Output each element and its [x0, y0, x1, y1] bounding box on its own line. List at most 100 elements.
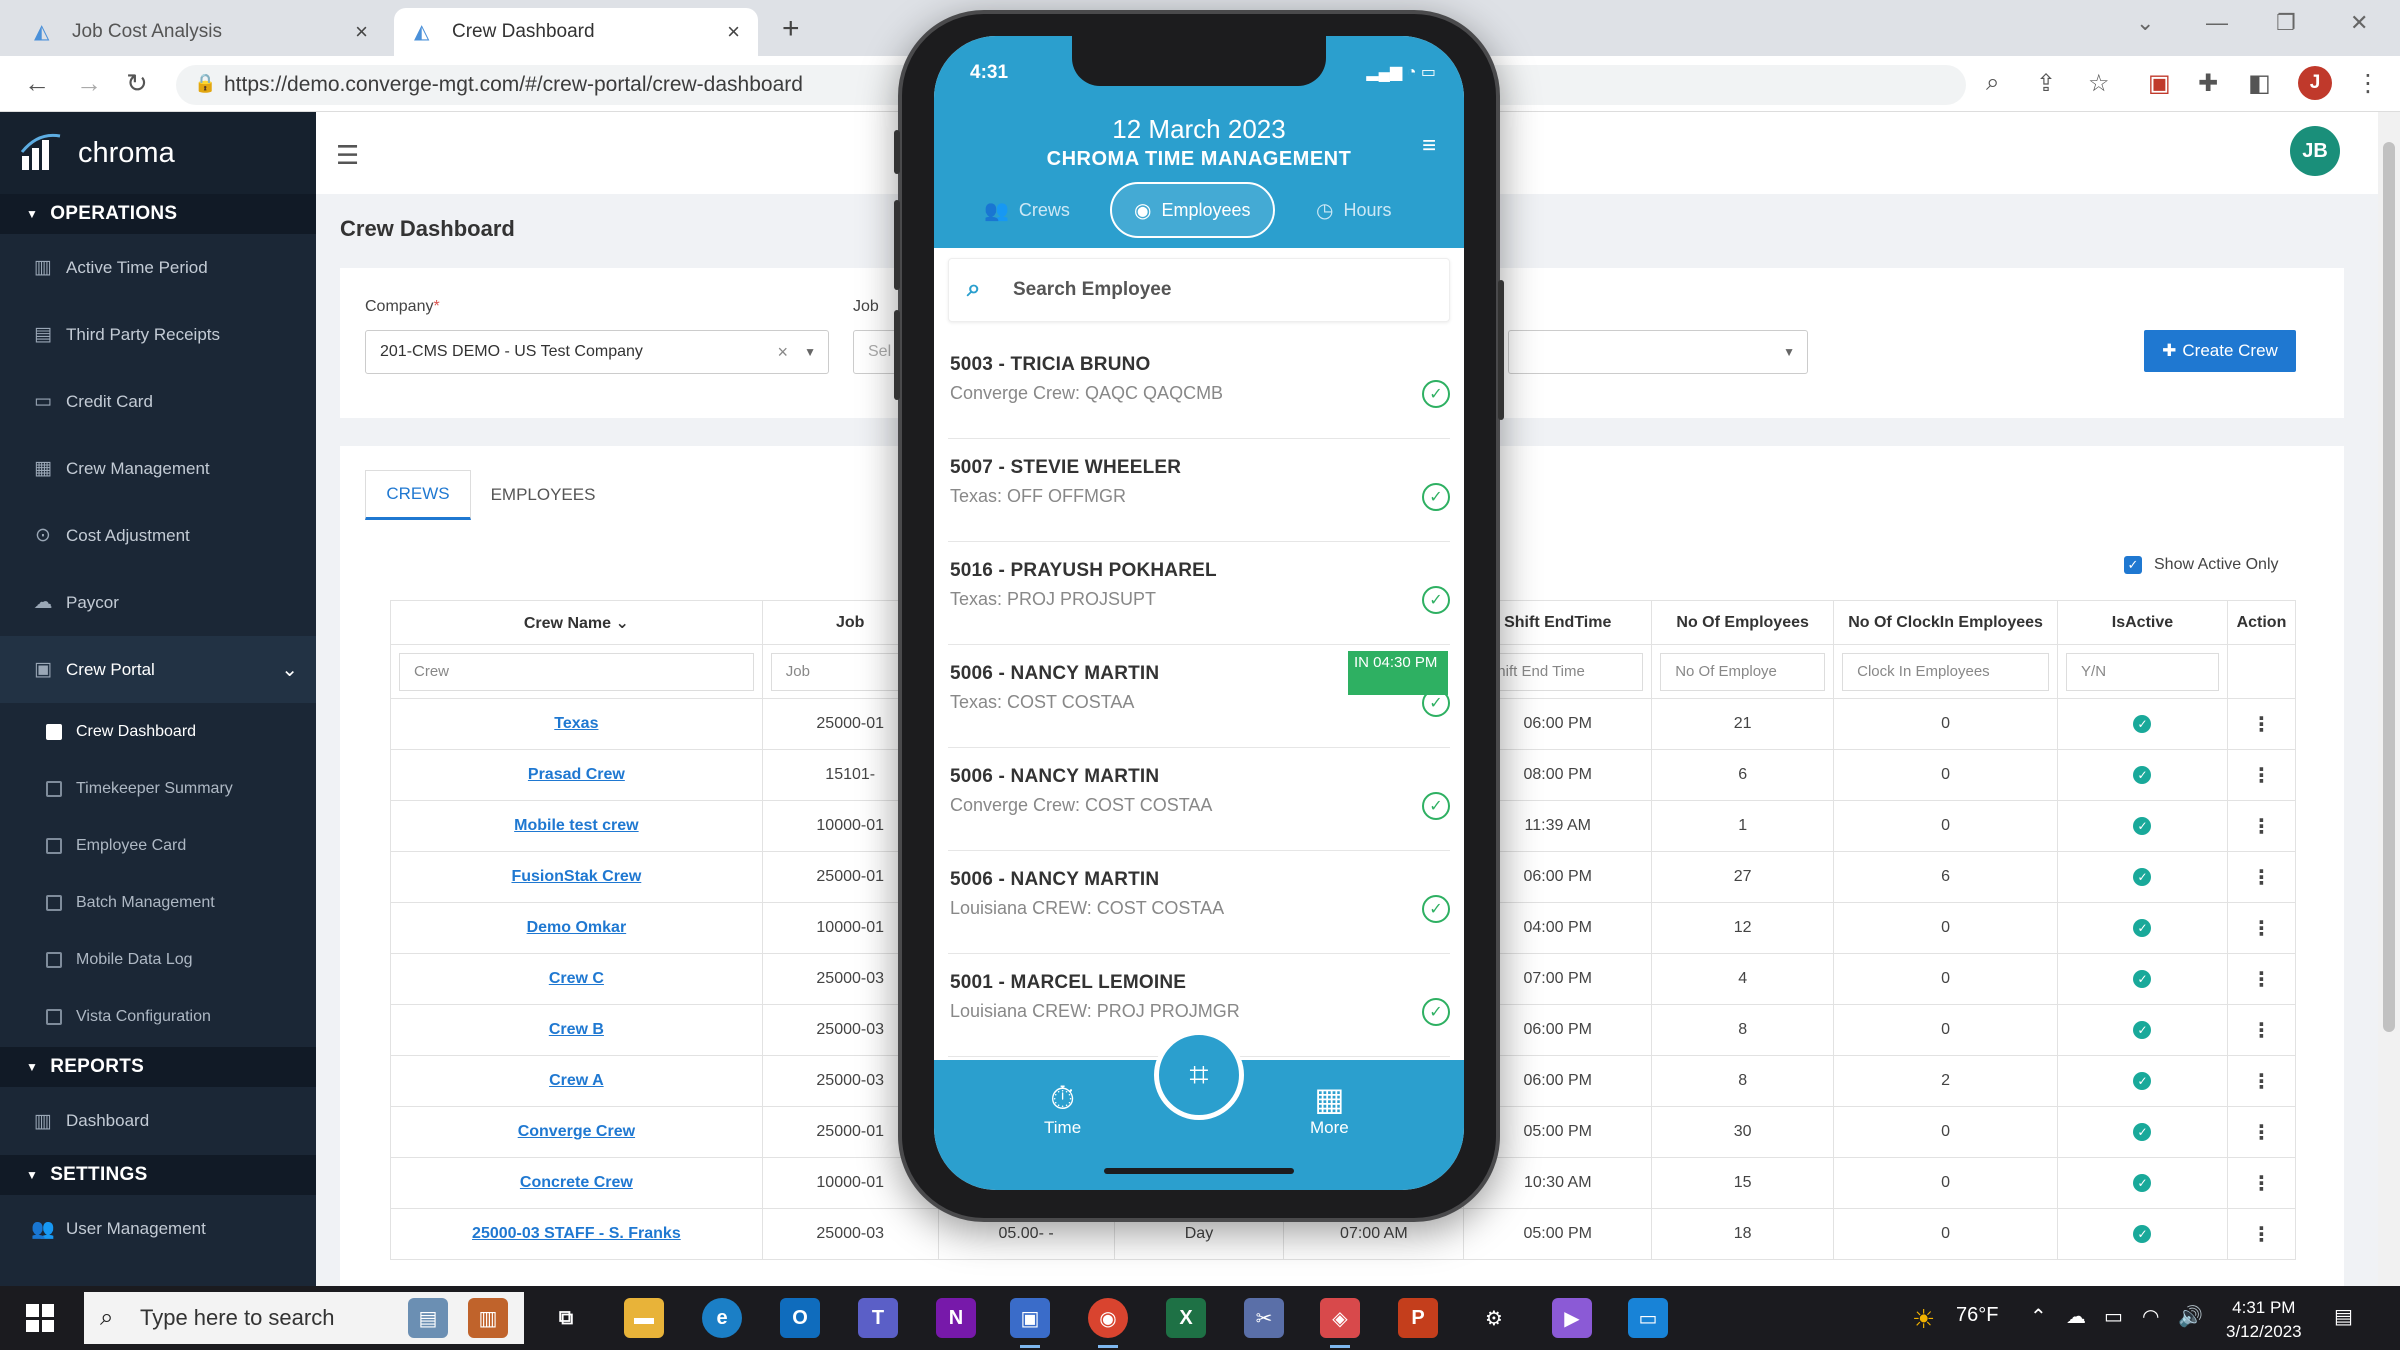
close-icon[interactable]: × — [727, 19, 740, 45]
user-avatar[interactable]: JB — [2290, 126, 2340, 176]
crew-name-link[interactable]: Prasad Crew — [528, 766, 625, 783]
page-scrollbar[interactable] — [2378, 112, 2400, 1286]
tray-chevron-icon[interactable]: ⌃ — [2030, 1304, 2047, 1329]
toolbox-icon[interactable]: ▥ — [468, 1298, 508, 1338]
back-icon[interactable]: ← — [24, 68, 50, 99]
kebab-menu-icon[interactable]: ⋮ — [2251, 765, 2271, 787]
edge-icon[interactable]: e — [702, 1298, 742, 1338]
new-tab-icon[interactable]: + — [782, 12, 800, 46]
forward-icon[interactable]: → — [76, 68, 102, 99]
crew-name-link[interactable]: Demo Omkar — [527, 919, 627, 936]
employee-search-input[interactable]: ⌕ Search Employee — [948, 258, 1450, 322]
employee-list-item[interactable]: 5003 - TRICIA BRUNO Converge Crew: QAQC Q… — [948, 336, 1450, 439]
powerpoint-icon[interactable]: P — [1398, 1298, 1438, 1338]
task-view-icon[interactable]: ⧉ — [546, 1298, 586, 1338]
crew-name-link[interactable]: Concrete Crew — [520, 1174, 633, 1191]
browser-tab-job-cost[interactable]: ◭ Job Cost Analysis × — [14, 8, 386, 56]
dropdown-arrow-icon[interactable]: ▼ — [804, 345, 816, 359]
share-icon[interactable]: ⇪ — [2036, 69, 2056, 98]
crew-name-link[interactable]: Crew B — [549, 1021, 604, 1038]
kebab-menu-icon[interactable]: ⋮ — [2251, 1122, 2271, 1144]
settings-gear-icon[interactable]: ⚙ — [1474, 1298, 1514, 1338]
phone-tab-crews[interactable]: 👥 Crews — [984, 182, 1070, 238]
sidebar-item-credit-card[interactable]: ▭ Credit Card — [0, 368, 316, 435]
sidebar-item-user-management[interactable]: 👥 User Management — [0, 1195, 316, 1263]
kebab-menu-icon[interactable]: ⋮ — [2251, 714, 2271, 736]
onenote-icon[interactable]: N — [936, 1298, 976, 1338]
volume-icon[interactable]: 🔊 — [2178, 1304, 2203, 1329]
show-active-only-checkbox[interactable]: ✓ Show Active Only — [2124, 556, 2279, 574]
sidebar-sub-vista-configuration[interactable]: Vista Configuration — [0, 988, 316, 1045]
snipping-icon[interactable]: ✂ — [1244, 1298, 1284, 1338]
employee-list-item[interactable]: 5016 - PRAYUSH POKHAREL Texas: PROJ PROJS… — [948, 542, 1450, 645]
sidebar-item-paycor[interactable]: ☁ Paycor — [0, 569, 316, 636]
phone-tab-hours[interactable]: ◷ Hours — [1316, 182, 1391, 238]
extension-badge-icon[interactable]: ▣ — [2148, 69, 2171, 98]
outlook-icon[interactable]: O — [780, 1298, 820, 1338]
sidebar-item-cost-adjustment[interactable]: ⊙ Cost Adjustment — [0, 502, 316, 569]
kebab-menu-icon[interactable]: ⋮ — [2251, 816, 2271, 838]
crew-name-link[interactable]: Mobile test crew — [514, 817, 638, 834]
crew-name-link[interactable]: Texas — [554, 715, 598, 732]
col-no-clockin[interactable]: No Of ClockIn Employees — [1833, 600, 2059, 645]
video-editor-icon[interactable]: ▶ — [1552, 1298, 1592, 1338]
sidebar-item-third-party-receipts[interactable]: ▤ Third Party Receipts — [0, 301, 316, 368]
browser-tab-crew-dashboard[interactable]: ◭ Crew Dashboard × — [394, 8, 758, 56]
secondary-select[interactable]: ▼ — [1508, 330, 1808, 374]
file-explorer-icon[interactable]: ▬ — [624, 1298, 664, 1338]
crew-name-link[interactable]: Crew A — [549, 1072, 604, 1089]
reload-icon[interactable]: ↻ — [126, 68, 148, 99]
browser-menu-icon[interactable]: ⋮ — [2356, 69, 2380, 98]
kebab-menu-icon[interactable]: ⋮ — [2251, 1173, 2271, 1195]
search-highlight-icon[interactable]: ▤ — [408, 1298, 448, 1338]
tab-search-icon[interactable]: ⌄ — [2136, 10, 2154, 36]
employee-list-item[interactable]: 5007 - STEVIE WHEELER Texas: OFF OFFMGR ✓ — [948, 439, 1450, 542]
kebab-menu-icon[interactable]: ⋮ — [2251, 867, 2271, 889]
side-panel-icon[interactable]: ◧ — [2248, 69, 2271, 98]
clockin-filter-input[interactable]: Clock In Employees — [1842, 652, 2050, 691]
kebab-menu-icon[interactable]: ⋮ — [2251, 969, 2271, 991]
taskbar-clock[interactable]: 4:31 PM 3/12/2023 — [2226, 1296, 2302, 1344]
tab-crews[interactable]: CREWS — [365, 470, 471, 520]
footer-more-button[interactable]: ▦ More — [1310, 1080, 1349, 1138]
window-close-icon[interactable]: ✕ — [2350, 10, 2368, 36]
sidebar-item-active-time-period[interactable]: ▥ Active Time Period — [0, 234, 316, 301]
sidebar-item-crew-portal[interactable]: ▣ Crew Portal ⌄ — [0, 636, 316, 703]
screen-recorder-icon[interactable]: ◈ — [1320, 1298, 1360, 1348]
clear-icon[interactable]: × — [777, 342, 788, 363]
brand[interactable]: chroma — [0, 112, 316, 194]
excel-icon[interactable]: X — [1166, 1298, 1206, 1338]
windows-app-icon[interactable]: ▭ — [1628, 1298, 1668, 1338]
phone-tab-employees[interactable]: ◉ Employees — [1110, 182, 1275, 238]
section-operations[interactable]: ▼ OPERATIONS — [0, 194, 316, 234]
scrollbar-thumb[interactable] — [2383, 142, 2395, 1032]
weather-icon[interactable]: ☀ — [1912, 1304, 1935, 1335]
zoom-icon[interactable]: ⌕ — [1986, 69, 1999, 97]
sidebar-item-crew-management[interactable]: ▦ Crew Management — [0, 435, 316, 502]
section-reports[interactable]: ▼ REPORTS — [0, 1047, 316, 1087]
battery-icon[interactable]: ▭ — [2104, 1304, 2123, 1329]
profile-avatar[interactable]: J — [2298, 66, 2332, 100]
crew-name-link[interactable]: Crew C — [549, 970, 604, 987]
sidebar-sub-timekeeper-summary[interactable]: Timekeeper Summary — [0, 760, 316, 817]
col-crew-name[interactable]: Crew Name ⌄ — [390, 600, 763, 645]
crew-filter-input[interactable]: Crew — [399, 652, 754, 691]
kebab-menu-icon[interactable]: ⋮ — [2251, 1020, 2271, 1042]
crew-name-link[interactable]: Converge Crew — [518, 1123, 635, 1140]
notifications-icon[interactable]: ▤ — [2334, 1304, 2353, 1329]
crew-name-link[interactable]: 25000-03 STAFF - S. Franks — [472, 1225, 681, 1242]
onedrive-icon[interactable]: ☁ — [2066, 1304, 2086, 1329]
scan-fab-button[interactable]: ⌗ — [1154, 1030, 1244, 1120]
footer-time-button[interactable]: ⏱ Time — [1044, 1080, 1081, 1138]
sidebar-sub-mobile-data-log[interactable]: Mobile Data Log — [0, 931, 316, 988]
minimize-icon[interactable]: — — [2206, 10, 2228, 36]
create-crew-button[interactable]: ✚ Create Crew — [2144, 330, 2296, 372]
kebab-menu-icon[interactable]: ⋮ — [2251, 918, 2271, 940]
employee-list-item[interactable]: 5006 - NANCY MARTIN Louisiana CREW: COST … — [948, 851, 1450, 954]
chrome-icon[interactable]: ◉ — [1088, 1298, 1128, 1348]
sidebar-sub-batch-management[interactable]: Batch Management — [0, 874, 316, 931]
active-filter-input[interactable]: Y/N — [2066, 652, 2219, 691]
filter-icon[interactable]: ≡ — [1422, 132, 1436, 160]
windows-start-icon[interactable] — [26, 1304, 54, 1332]
kebab-menu-icon[interactable]: ⋮ — [2251, 1224, 2271, 1246]
